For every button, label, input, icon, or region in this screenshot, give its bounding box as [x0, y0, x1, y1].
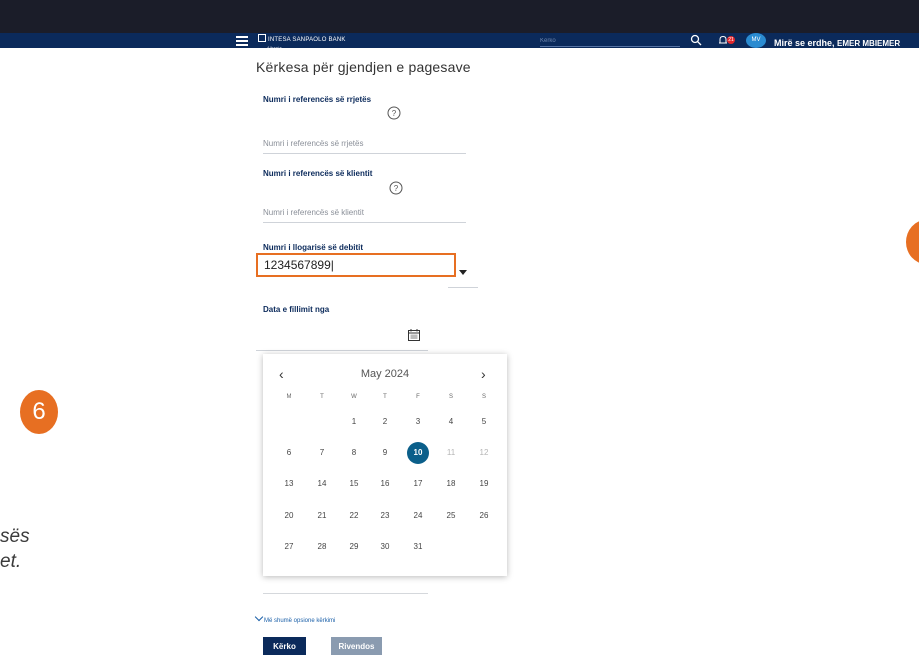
welcome-prefix: Mirë se erdhe,: [774, 38, 835, 48]
last-login: Hyrja e fundit 5/10/24, 10:17 AM: [774, 50, 832, 55]
more-options-label: Më shumë opsione kërkimi: [264, 618, 336, 624]
calendar-day[interactable]: 12: [473, 442, 495, 464]
calendar-day[interactable]: 14: [311, 473, 333, 495]
calendar-day[interactable]: 30: [374, 536, 396, 558]
account-input[interactable]: [256, 253, 456, 277]
search-button[interactable]: Kërko: [263, 637, 306, 655]
bank-logo[interactable]: INTESA SANPAOLO BANK Albania: [258, 34, 346, 51]
welcome-line: Mirë se erdhe, EMER MBIEMER: [774, 38, 900, 48]
calendar-day[interactable]: 13: [278, 473, 300, 495]
top-strip: [0, 0, 919, 33]
logo-text: INTESA SANPAOLO BANK: [268, 37, 346, 43]
weekday-label: S: [481, 394, 486, 400]
calendar-day[interactable]: 5: [473, 411, 495, 433]
calendar-day[interactable]: 28: [311, 536, 333, 558]
calendar-day[interactable]: 8: [343, 442, 365, 464]
client-ref-input[interactable]: [263, 203, 466, 223]
start-date-label: Data e fillimit nga: [263, 305, 330, 314]
weekday-label: W: [351, 394, 357, 400]
calendar-day[interactable]: 7: [311, 442, 333, 464]
calendar-day[interactable]: 3: [407, 411, 429, 433]
calendar-day[interactable]: 26: [473, 505, 495, 527]
search-input[interactable]: [540, 35, 680, 47]
calendar-day[interactable]: 19: [473, 473, 495, 495]
calendar-day[interactable]: 27: [278, 536, 300, 558]
weekday-label: T: [383, 394, 387, 400]
datepicker-month: May 2024: [360, 368, 410, 380]
weekday-label: T: [320, 394, 324, 400]
step-badge: 6: [20, 390, 58, 434]
account-dropdown-icon[interactable]: [459, 270, 467, 275]
calendar-day[interactable]: 17: [407, 473, 429, 495]
account-label: Numri i llogarisë së debitit: [263, 243, 364, 252]
avatar[interactable]: MV: [746, 33, 766, 48]
notification-badge: 21: [727, 36, 735, 44]
calendar-day[interactable]: 9: [374, 442, 396, 464]
start-date-input[interactable]: [256, 334, 428, 351]
calendar-day[interactable]: 24: [407, 505, 429, 527]
help-icon[interactable]: ?: [387, 106, 401, 120]
calendar-day[interactable]: 22: [343, 505, 365, 527]
calendar-day[interactable]: 2: [374, 411, 396, 433]
search-icon[interactable]: [690, 34, 702, 46]
calendar-day[interactable]: 20: [278, 505, 300, 527]
calendar-day[interactable]: 11: [440, 442, 462, 464]
page-title: Kërkesa për gjendjen e pagesave: [256, 59, 471, 75]
calendar-day[interactable]: 29: [343, 536, 365, 558]
calendar-day[interactable]: 1: [343, 411, 365, 433]
side-text-line: et.: [0, 551, 22, 572]
svg-text:?: ?: [394, 184, 399, 193]
welcome-block: Mirë se erdhe, EMER MBIEMER Hyrja e fund…: [774, 33, 900, 55]
calendar-day[interactable]: 25: [440, 505, 462, 527]
logo-mark-icon: [258, 34, 266, 42]
top-navbar: INTESA SANPAOLO BANK Albania 21 MV Mirë …: [0, 33, 919, 55]
weekday-label: S: [448, 394, 453, 400]
logo-subtitle: Albania: [267, 45, 282, 50]
calendar-day[interactable]: 18: [440, 473, 462, 495]
calendar-day[interactable]: 21: [311, 505, 333, 527]
divider: [263, 593, 428, 594]
more-options-link[interactable]: Më shumë opsione kërkimi: [254, 612, 336, 624]
step-badge-partial: [906, 220, 919, 264]
network-ref-label: Numri i referencës së rrjetës: [263, 95, 372, 104]
calendar-day[interactable]: 16: [374, 473, 396, 495]
weekday-label: M: [286, 394, 292, 400]
svg-text:?: ?: [392, 109, 397, 118]
reset-button[interactable]: Rivendos: [331, 637, 382, 655]
help-icon[interactable]: ?: [389, 181, 403, 195]
chevron-down-icon: [254, 612, 264, 622]
menu-icon[interactable]: [236, 36, 248, 46]
weekday-label: F: [416, 394, 420, 400]
calendar-day[interactable]: 31: [407, 536, 429, 558]
calendar-icon[interactable]: [407, 328, 421, 342]
calendar-day[interactable]: 15: [343, 473, 365, 495]
datepicker: ‹ May 2024 › M T W T F S S 1 2 3 4 5 6 7 8 9 10 11 12 13 14 1…: [263, 354, 507, 576]
calendar-day[interactable]: 23: [374, 505, 396, 527]
account-dropdown-underline: [448, 287, 478, 288]
calendar-day[interactable]: 4: [440, 411, 462, 433]
network-ref-input[interactable]: [263, 134, 466, 154]
calendar-day[interactable]: 6: [278, 442, 300, 464]
user-name: EMER MBIEMER: [837, 39, 901, 48]
next-month-button[interactable]: ›: [481, 366, 486, 382]
side-text-line: sës: [0, 526, 30, 547]
calendar-day[interactable]: 10: [407, 442, 429, 464]
client-ref-label: Numri i referencës së klientit: [263, 169, 373, 178]
